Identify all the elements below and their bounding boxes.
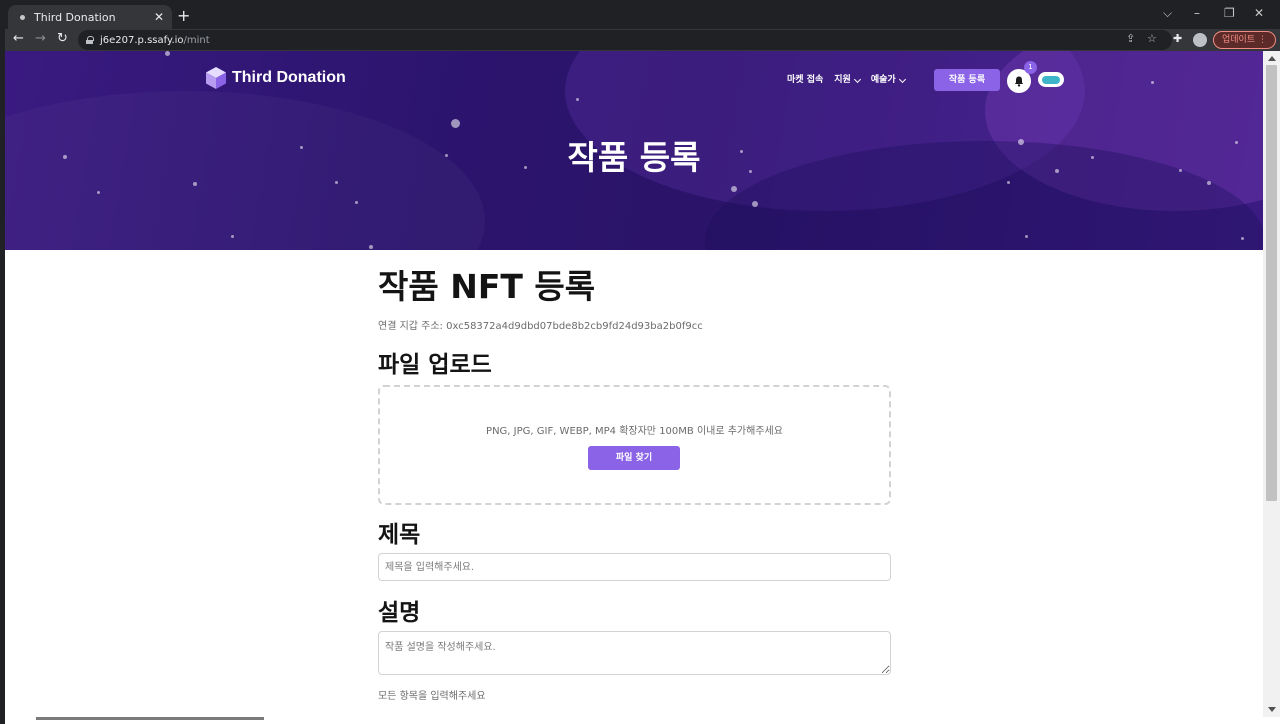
logo-cube-icon [206,67,226,89]
star-dot [355,201,358,204]
star-dot [1207,181,1211,185]
upload-hint: PNG, JPG, GIF, WEBP, MP4 확장자만 100MB 이내로 … [486,426,783,437]
wallet-label: 연결 지갑 주소: [378,321,447,332]
user-avatar[interactable] [1038,72,1064,87]
extensions-icon[interactable]: ✚ [1173,32,1182,45]
chevron-down-icon [853,75,861,84]
menu-dots-icon: ⋮ [1258,35,1267,45]
star-dot [731,186,737,192]
vertical-scrollbar[interactable] [1263,51,1280,717]
close-window-icon[interactable]: ✕ [1254,6,1264,20]
update-label: 업데이트 [1222,35,1256,45]
tab-close-icon[interactable]: ✕ [154,10,164,24]
avatar-image [1042,75,1060,84]
hero-banner: Third Donation 마켓 접속 지원 예술가 작품 등록 1 작품 등… [5,51,1263,250]
nav-market[interactable]: 마켓 접속 [787,72,823,85]
star-dot [193,182,197,186]
browser-tab[interactable]: Third Donation ✕ [8,5,172,29]
star-dot [1007,181,1010,184]
description-section-label: 설명 [378,600,421,626]
window-edge [0,0,5,724]
nav-artists-label: 예술가 [870,75,896,85]
scroll-up-icon[interactable] [1268,56,1276,61]
forward-icon[interactable]: → [35,31,46,46]
page-viewport: Third Donation 마켓 접속 지원 예술가 작품 등록 1 작품 등… [5,51,1263,717]
nav-support[interactable]: 지원 [834,72,861,85]
mint-nav-button[interactable]: 작품 등록 [934,69,1000,91]
reload-icon[interactable]: ↻ [57,31,68,46]
upload-section-title: 파일 업로드 [378,352,492,378]
tab-title: Third Donation [34,10,116,24]
main-nav: 마켓 접속 지원 예술가 [787,72,916,85]
nav-artists[interactable]: 예술가 [870,72,906,85]
star-dot [1241,237,1244,240]
new-tab-button[interactable]: + [177,6,190,25]
find-file-button[interactable]: 파일 찾기 [588,446,680,470]
url-host: j6e207.p.ssafy.io [100,34,184,46]
required-fields-note: 모든 항목을 입력해주세요 [378,691,486,702]
profile-avatar-icon[interactable] [1193,33,1207,47]
url-path: /mint [183,34,210,46]
hero-title: 작품 등록 [567,138,701,177]
share-icon[interactable]: ⇪ [1126,32,1135,45]
lock-icon[interactable] [86,36,94,44]
favicon-icon [20,14,25,20]
browser-tab-strip: Third Donation ✕ + ⌵ – ❐ ✕ [0,0,1280,29]
chrome-update-button[interactable]: 업데이트 ⋮ [1213,31,1276,49]
tab-search-icon[interactable]: ⌵ [1163,6,1172,21]
star-dot [1151,81,1154,84]
star-dot [1025,235,1028,238]
description-textarea[interactable] [378,631,891,675]
chevron-down-icon [898,75,906,84]
logo-text: Third Donation [232,69,346,86]
page-title: 작품 NFT 등록 [378,267,596,306]
bookmark-star-icon[interactable]: ☆ [1147,32,1157,45]
wallet-address: 0xc58372a4d9dbd07bde8b2cb9fd24d93ba2b0f9… [446,321,703,332]
file-dropzone[interactable]: PNG, JPG, GIF, WEBP, MP4 확장자만 100MB 이내로 … [378,385,891,505]
title-section-label: 제목 [378,522,421,548]
star-dot [165,51,170,56]
wallet-address-row: 연결 지갑 주소: 0xc58372a4d9dbd07bde8b2cb9fd24… [378,317,703,332]
nav-support-label: 지원 [834,75,851,85]
title-input[interactable] [378,553,891,581]
scroll-down-icon[interactable] [1268,707,1276,712]
star-dot [576,98,579,101]
restore-icon[interactable]: ❐ [1224,6,1235,20]
browser-toolbar: ← → ↻ j6e207.p.ssafy.io /mint ⇪ ☆ ✚ 업데이트… [0,29,1280,51]
bell-icon [1014,76,1024,87]
horizontal-scroll-thumb[interactable] [36,717,264,720]
star-dot [451,119,460,128]
nav-market-label: 마켓 접속 [787,75,824,85]
back-icon[interactable]: ← [13,31,24,46]
address-bar[interactable]: j6e207.p.ssafy.io /mint [78,30,1172,50]
star-dot [231,235,234,238]
minimize-icon[interactable]: – [1194,6,1200,20]
notification-count-badge: 1 [1024,61,1037,74]
site-logo[interactable]: Third Donation [206,67,346,89]
scroll-thumb[interactable] [1266,65,1277,501]
star-dot [335,181,338,184]
star-dot [369,245,373,249]
star-dot [97,191,100,194]
star-dot [752,201,758,207]
